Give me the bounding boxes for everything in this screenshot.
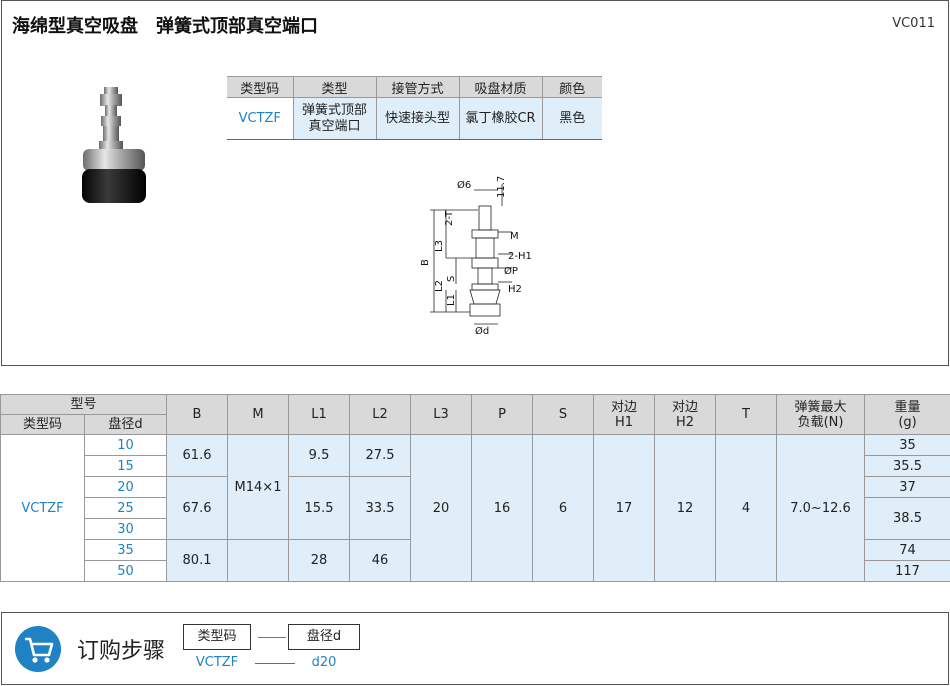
dimension-table: 型号 B M L1 L2 L3 P S 对边 H1 对边 H2 T 弹簧最大 负… — [0, 394, 950, 582]
weight-cell: 74 — [864, 539, 950, 561]
spec-table: 类型码 类型 接管方式 吸盘材质 颜色 VCTZF 弹簧式顶部 真空端口 快速接… — [227, 76, 602, 140]
drawing-label-l2: L2 — [434, 280, 445, 292]
header-t: T — [715, 394, 778, 435]
drawing-label-b: B — [420, 259, 431, 266]
s-cell: 6 — [532, 434, 595, 582]
type-code-cell: VCTZF — [0, 434, 85, 582]
drawing-label-h2: H2 — [508, 284, 522, 295]
drawing-label-d6: Ø6 — [457, 179, 471, 191]
weight-cell: 38.5 — [864, 497, 950, 540]
b-cell: 67.6 — [166, 476, 229, 540]
spring-cell: 7.0~12.6 — [776, 434, 866, 582]
l3-cell: 20 — [410, 434, 473, 582]
diameter-cell: 25 — [83, 497, 168, 519]
spec-type-code: VCTZF — [227, 97, 293, 140]
spec-header-color: 颜色 — [541, 76, 602, 98]
cart-icon — [15, 626, 61, 672]
header-l3: L3 — [410, 394, 473, 435]
t-cell: 4 — [715, 434, 778, 582]
header-h1: 对边 H1 — [593, 394, 656, 435]
m-cell: M14×1 — [227, 434, 290, 540]
header-model: 型号 — [0, 394, 168, 415]
drawing-label-m: M — [510, 231, 519, 242]
drawing-label-2t: 2-T — [444, 210, 455, 226]
spec-header-material: 吸盘材质 — [458, 76, 542, 98]
diameter-cell: 30 — [83, 518, 168, 540]
spec-header-connection: 接管方式 — [375, 76, 459, 98]
drawing-label-2h1: 2-H1 — [508, 251, 532, 262]
drawing-label-d: Ød — [475, 325, 489, 336]
diameter-cell: 35 — [83, 539, 168, 561]
header-spring: 弹簧最大 负载(N) — [776, 394, 866, 435]
diameter-cell: 50 — [83, 560, 168, 582]
header-l1: L1 — [288, 394, 351, 435]
l1-cell: 15.5 — [288, 476, 351, 540]
drawing-label-s: S — [446, 276, 457, 282]
order-step-connector — [258, 637, 286, 638]
header-b: B — [166, 394, 229, 435]
weight-cell: 35.5 — [864, 455, 950, 477]
spec-header-type-code: 类型码 — [227, 76, 293, 98]
drawing-label-h117: 11.7 — [496, 176, 507, 198]
diameter-cell: 20 — [83, 476, 168, 498]
dimension-drawing: Ø6 11.7 2-T M L3 2-H1 B S ØP L2 H2 L1 Ød — [420, 176, 532, 336]
diameter-cell: 15 — [83, 455, 168, 477]
header-s: S — [532, 394, 595, 435]
m-cell-blank — [227, 539, 290, 582]
spec-connection: 快速接头型 — [375, 97, 459, 140]
header-type-code: 类型码 — [0, 414, 85, 435]
spec-header-type: 类型 — [292, 76, 376, 98]
b-cell: 80.1 — [166, 539, 229, 582]
order-title: 订购步骤 — [77, 639, 166, 664]
order-step-diameter: 盘径d — [288, 624, 360, 650]
l2-cell: 27.5 — [349, 434, 412, 477]
l2-cell: 46 — [349, 539, 412, 582]
header-weight: 重量 (g) — [864, 394, 950, 435]
weight-cell: 37 — [864, 476, 950, 498]
header-p: P — [471, 394, 534, 435]
weight-cell: 117 — [864, 560, 950, 582]
spec-color: 黑色 — [541, 97, 602, 140]
order-panel: 订购步骤 类型码 盘径d VCTZF d20 — [1, 612, 949, 685]
drawing-label-l3: L3 — [434, 240, 445, 252]
spec-material: 氯丁橡胶CR — [458, 97, 542, 140]
b-cell: 61.6 — [166, 434, 229, 477]
page-title: 海绵型真空吸盘 弹簧式顶部真空端口 — [12, 16, 318, 37]
drawing-label-l1: L1 — [446, 294, 457, 306]
drawing-label-p: ØP — [504, 265, 518, 277]
h2-cell: 12 — [654, 434, 717, 582]
order-example-type-code: VCTZF — [195, 655, 239, 670]
header-l2: L2 — [349, 394, 412, 435]
l2-cell: 33.5 — [349, 476, 412, 540]
product-code: VC011 — [892, 16, 935, 31]
weight-cell: 35 — [864, 434, 950, 456]
product-photo — [82, 87, 146, 203]
diameter-cell: 10 — [83, 434, 168, 456]
order-step-type-code: 类型码 — [183, 624, 251, 650]
l1-cell: 9.5 — [288, 434, 351, 477]
header-diameter: 盘径d — [83, 414, 168, 435]
l1-cell: 28 — [288, 539, 351, 582]
header-m: M — [227, 394, 290, 435]
table-row: VCTZF 10 61.6 M14×1 9.5 27.5 20 16 6 17 … — [0, 434, 950, 582]
spec-type: 弹簧式顶部 真空端口 — [292, 97, 376, 140]
h1-cell: 17 — [593, 434, 656, 582]
header-h2: 对边 H2 — [654, 394, 717, 435]
product-panel: 海绵型真空吸盘 弹簧式顶部真空端口 VC011 类型码 类型 接管方式 吸盘材质… — [1, 0, 949, 366]
order-example-diameter: d20 — [311, 655, 337, 670]
p-cell: 16 — [471, 434, 534, 582]
